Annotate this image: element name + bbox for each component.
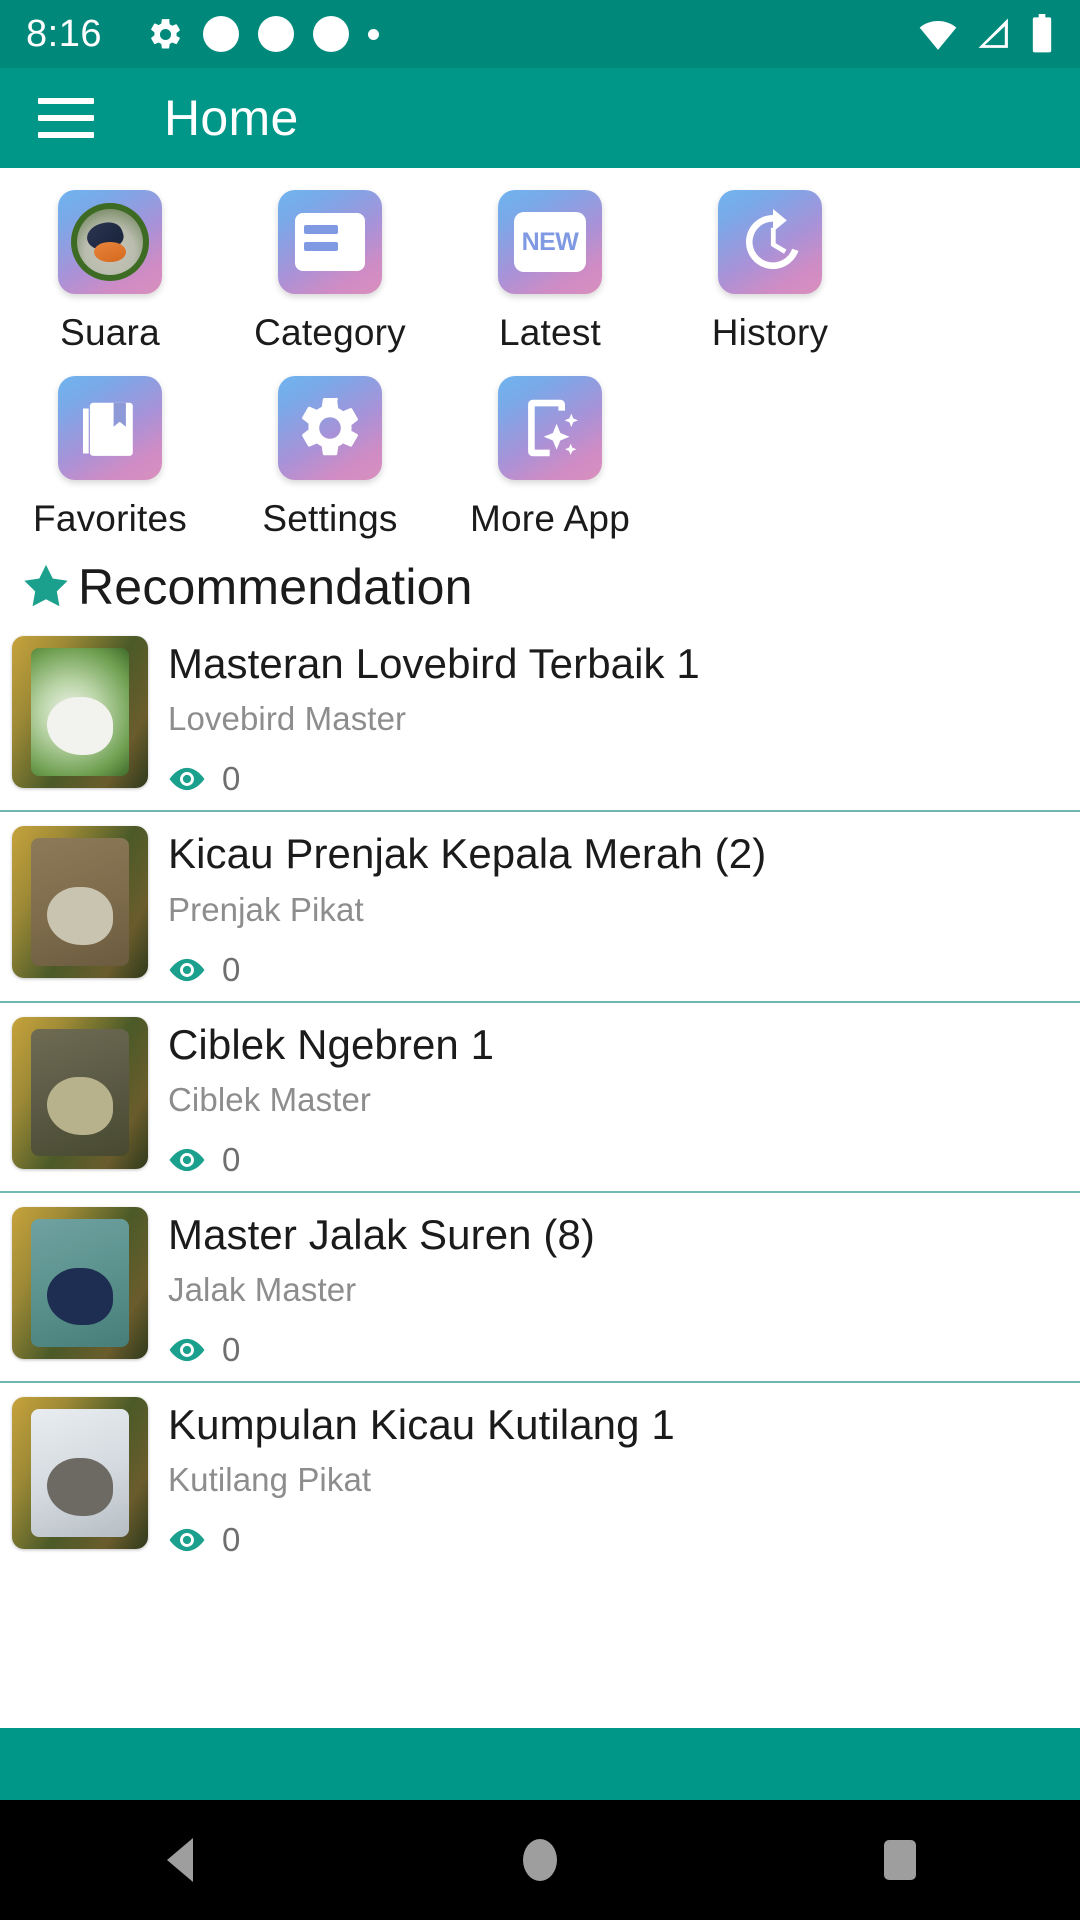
shortcut-grid: Suara Category NEW Latest History Favori… — [0, 168, 1080, 540]
star-icon — [24, 564, 68, 607]
shortcut-grid-row-1: Suara Category NEW Latest History — [0, 190, 1080, 354]
app-bar: Home — [0, 68, 1080, 168]
recommendation-list: Masteran Lovebird Terbaik 1 Lovebird Mas… — [0, 622, 1080, 1572]
list-item-title: Master Jalak Suren (8) — [168, 1210, 596, 1258]
shortcut-category[interactable]: Category — [220, 190, 440, 354]
bookmark-library-icon — [58, 376, 162, 480]
list-item[interactable]: Kumpulan Kicau Kutilang 1 Kutilang Pikat… — [0, 1381, 1080, 1571]
shortcut-label: Latest — [499, 312, 601, 353]
list-item-subtitle: Kutilang Pikat — [168, 1461, 372, 1499]
shortcut-empty-slot — [660, 376, 880, 540]
shortcut-label: History — [711, 312, 829, 353]
gear-icon — [278, 376, 382, 480]
shortcut-favorites[interactable]: Favorites — [0, 376, 220, 540]
recents-button[interactable] — [820, 1800, 980, 1920]
list-item-title: Ciblek Ngebren 1 — [168, 1020, 495, 1068]
list-item[interactable]: Master Jalak Suren (8) Jalak Master 0 — [0, 1190, 1080, 1381]
gear-icon — [151, 18, 180, 48]
shortcut-label: Favorites — [33, 498, 187, 539]
recommendation-title: Recommendation — [78, 559, 473, 615]
cellular-signal-icon — [978, 18, 1008, 48]
content-scroll-area[interactable]: Suara Category NEW Latest History Favori… — [0, 168, 1080, 1792]
shortcut-settings[interactable]: Settings — [220, 376, 440, 540]
eye-icon — [169, 1148, 205, 1171]
eye-icon — [169, 1339, 205, 1362]
prenjak-bird-thumbnail — [12, 826, 148, 979]
new-badge-text: NEW — [521, 227, 579, 256]
bottom-accent-bar — [0, 1728, 1080, 1800]
shortcut-history[interactable]: History — [660, 190, 880, 354]
status-bar-right — [918, 14, 1054, 54]
shortcut-label: Category — [254, 312, 406, 353]
shortcut-latest[interactable]: NEW Latest — [440, 190, 660, 354]
list-item-views: 0 — [222, 1521, 241, 1559]
list-item-subtitle: Lovebird Master — [168, 700, 407, 738]
list-item-subtitle: Jalak Master — [168, 1271, 357, 1309]
list-item-body: Kumpulan Kicau Kutilang 1 Kutilang Pikat… — [148, 1397, 1068, 1559]
kutilang-pair-thumbnail — [12, 1397, 148, 1550]
recents-square-icon — [884, 1840, 916, 1880]
list-item-body: Ciblek Ngebren 1 Ciblek Master 0 — [148, 1017, 1068, 1179]
list-item-body: Masteran Lovebird Terbaik 1 Lovebird Mas… — [148, 636, 1068, 798]
notification-dot-icon — [257, 16, 294, 52]
list-item-views: 0 — [222, 1140, 241, 1178]
list-item-meta: 0 — [168, 951, 1068, 989]
back-button[interactable] — [100, 1800, 260, 1920]
notification-dot-icon — [312, 16, 349, 52]
list-item[interactable]: Kicau Prenjak Kepala Merah (2) Prenjak P… — [0, 810, 1080, 1000]
list-item[interactable]: Masteran Lovebird Terbaik 1 Lovebird Mas… — [0, 622, 1080, 810]
ciblek-bird-thumbnail — [12, 1016, 148, 1169]
list-item-meta: 0 — [168, 1141, 1068, 1179]
list-item-body: Master Jalak Suren (8) Jalak Master 0 — [148, 1207, 1068, 1369]
notification-dot-icon — [202, 16, 239, 52]
small-dot-icon — [367, 28, 379, 40]
list-item-subtitle: Prenjak Pikat — [168, 890, 364, 928]
list-item-title: Kumpulan Kicau Kutilang 1 — [168, 1401, 675, 1449]
jalak-suren-thumbnail — [12, 1206, 148, 1359]
back-triangle-icon — [167, 1838, 193, 1882]
list-item-meta: 0 — [168, 1521, 1068, 1559]
list-item-views: 0 — [222, 1331, 241, 1369]
status-bar: 8:16 — [0, 0, 1080, 68]
home-button[interactable] — [460, 1800, 620, 1920]
shortcut-label: Suara — [60, 312, 160, 353]
bird-photo-icon — [58, 190, 162, 294]
list-item-title: Masteran Lovebird Terbaik 1 — [168, 640, 700, 687]
eye-icon — [169, 768, 205, 791]
hamburger-menu-icon[interactable] — [38, 98, 94, 138]
status-bar-left: 8:16 — [26, 13, 918, 56]
shortcut-grid-row-2: Favorites Settings More App — [0, 376, 1080, 540]
list-item-views: 0 — [222, 760, 241, 798]
new-badge-icon: NEW — [498, 190, 602, 294]
shortcut-label: More App — [470, 498, 630, 539]
app-screen: 8:16 Home Suara Category NEW Latest Hist… — [0, 0, 1080, 1920]
status-bar-clock: 8:16 — [26, 12, 102, 55]
list-item[interactable]: Ciblek Ngebren 1 Ciblek Master 0 — [0, 1000, 1080, 1191]
list-item-views: 0 — [222, 950, 241, 988]
category-card-icon — [278, 190, 382, 294]
list-item-subtitle: Ciblek Master — [168, 1080, 372, 1118]
phone-sparkle-icon — [498, 376, 602, 480]
list-item-body: Kicau Prenjak Kepala Merah (2) Prenjak P… — [148, 826, 1068, 988]
eye-icon — [169, 1529, 205, 1552]
home-circle-icon — [523, 1839, 557, 1881]
list-item-title: Kicau Prenjak Kepala Merah (2) — [168, 830, 767, 878]
eye-icon — [169, 958, 205, 981]
battery-icon — [1032, 14, 1052, 53]
shortcut-suara[interactable]: Suara — [0, 190, 220, 354]
recommendation-header: Recommendation — [0, 540, 1080, 622]
lovebird-pair-thumbnail — [12, 636, 148, 788]
history-clock-icon — [718, 190, 822, 294]
page-title: Home — [164, 90, 299, 146]
wifi-icon — [919, 20, 957, 50]
list-item-meta: 0 — [168, 1331, 1068, 1369]
shortcut-label: Settings — [262, 498, 398, 539]
android-navigation-bar — [0, 1800, 1080, 1920]
shortcut-more-app[interactable]: More App — [440, 376, 660, 540]
list-item-meta: 0 — [168, 760, 1068, 798]
